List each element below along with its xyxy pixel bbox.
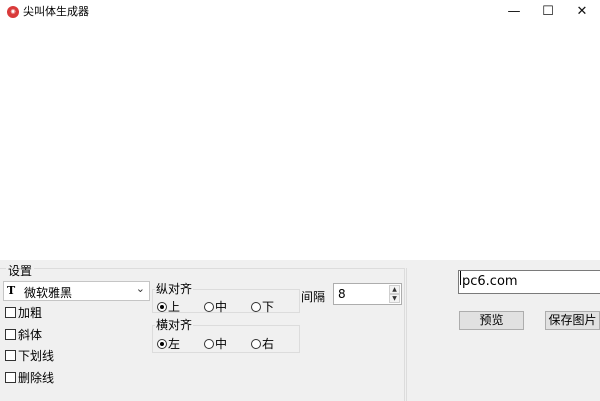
halign-right-radio[interactable]: 右	[251, 337, 274, 351]
radio-label: 下	[262, 300, 275, 314]
italic-checkbox[interactable]: 斜体	[5, 327, 42, 343]
checkbox-box[interactable]	[5, 372, 16, 383]
checkbox-label: 加粗	[18, 306, 43, 320]
radio-dot[interactable]	[157, 302, 167, 312]
panel-divider	[406, 268, 407, 401]
text-input-value: pc6.com	[462, 274, 518, 289]
valign-top-radio[interactable]: 上	[157, 300, 180, 314]
save-image-button[interactable]: 保存图片	[545, 311, 600, 330]
radio-label: 上	[168, 300, 181, 314]
title-bar: ◉ 尖叫体生成器 — ☐ ✕	[0, 0, 600, 24]
window-title: 尖叫体生成器	[23, 5, 89, 18]
preview-button[interactable]: 预览	[459, 311, 524, 330]
spacing-value[interactable]: 8	[338, 287, 346, 301]
spin-up-icon[interactable]: ▲	[389, 285, 400, 294]
settings-group-label: 设置	[6, 262, 35, 279]
radio-dot[interactable]	[204, 339, 214, 349]
checkbox-box[interactable]	[5, 350, 16, 361]
radio-label: 右	[262, 337, 275, 351]
close-button[interactable]: ✕	[565, 0, 599, 24]
minimize-button[interactable]: —	[497, 0, 531, 24]
radio-dot[interactable]	[251, 302, 261, 312]
radio-label: 中	[215, 337, 228, 351]
valign-middle-radio[interactable]: 中	[204, 300, 227, 314]
font-select[interactable]: T 微软雅黑 ⌄	[3, 281, 150, 301]
preview-canvas	[0, 24, 600, 260]
valign-bottom-radio[interactable]: 下	[251, 300, 274, 314]
checkbox-box[interactable]	[5, 329, 16, 340]
strikethrough-checkbox[interactable]: 删除线	[5, 370, 54, 386]
bold-checkbox[interactable]: 加粗	[5, 305, 42, 321]
spacing-stepper[interactable]: 8 ▲ ▼	[333, 283, 402, 305]
font-select-value: 微软雅黑	[24, 286, 73, 300]
maximize-button[interactable]: ☐	[531, 0, 565, 24]
chevron-down-icon: ⌄	[135, 282, 145, 295]
checkbox-box[interactable]	[5, 307, 16, 318]
halign-left-radio[interactable]: 左	[157, 337, 180, 351]
radio-label: 中	[215, 300, 228, 314]
font-icon: T	[7, 284, 16, 297]
spacing-label: 间隔	[301, 290, 326, 304]
app-logo-icon: ◉	[7, 6, 19, 18]
radio-label: 左	[168, 337, 181, 351]
vertical-align-label: 纵对齐	[155, 282, 194, 296]
checkbox-label: 下划线	[18, 349, 55, 363]
text-input[interactable]: pc6.com	[458, 270, 600, 294]
halign-center-radio[interactable]: 中	[204, 337, 227, 351]
spin-down-icon[interactable]: ▼	[389, 294, 400, 303]
text-caret	[460, 271, 461, 285]
radio-dot[interactable]	[204, 302, 214, 312]
checkbox-label: 斜体	[18, 328, 43, 342]
horizontal-align-label: 横对齐	[155, 318, 194, 332]
underline-checkbox[interactable]: 下划线	[5, 348, 54, 364]
radio-dot[interactable]	[157, 339, 167, 349]
radio-dot[interactable]	[251, 339, 261, 349]
checkbox-label: 删除线	[18, 371, 55, 385]
